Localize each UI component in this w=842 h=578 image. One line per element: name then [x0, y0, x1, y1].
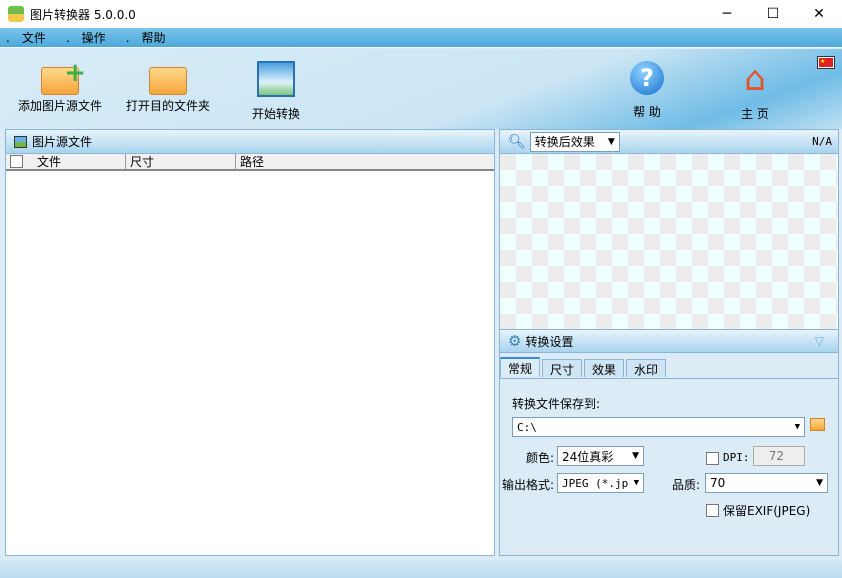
open-dest-folder-button[interactable]: 打开目的文件夹: [113, 61, 223, 114]
save-to-select[interactable]: C:\ ▼: [512, 417, 805, 437]
dpi-label: DPI:: [723, 451, 750, 464]
tab-general[interactable]: 常规: [500, 357, 541, 377]
source-files-panel: 图片源文件 文件 尺寸 路径: [5, 129, 495, 556]
menu-operate[interactable]: . 操作: [66, 29, 120, 46]
file-list[interactable]: [6, 171, 494, 551]
folder-add-icon: +: [41, 60, 86, 95]
help-button[interactable]: ? 帮 助: [592, 61, 702, 120]
menu-help[interactable]: . 帮助: [126, 29, 180, 46]
format-label: 输出格式:: [502, 478, 555, 492]
toolbar: + 添加图片源文件 打开目的文件夹 开始转换 ? 帮 助 ⌂ 主 页 ★: [0, 49, 842, 129]
keep-exif-checkbox[interactable]: [706, 504, 719, 517]
color-select[interactable]: 24位真彩 ▼: [557, 446, 644, 466]
save-to-label: 转换文件保存到:: [512, 397, 601, 411]
maximize-button[interactable]: ☐: [750, 0, 796, 28]
folder-icon: [149, 67, 187, 95]
general-settings: 转换文件保存到: C:\ ▼ 颜色: 24位真彩 ▼ DPI: 72 输出格式: J…: [500, 378, 838, 555]
title-bar: 图片转换器 5.0.0.0 ─ ☐ ✕: [0, 0, 842, 28]
browse-folder-icon[interactable]: [810, 418, 825, 431]
gear-icon: ⚙: [508, 332, 522, 350]
file-table-header: 文件 尺寸 路径: [6, 154, 494, 171]
app-icon: [8, 6, 24, 22]
home-button[interactable]: ⌂ 主 页: [700, 61, 810, 122]
status-bar: [0, 560, 842, 578]
zoom-icon: 🔍︎: [508, 133, 526, 150]
format-select[interactable]: JPEG (*.jpg ▼: [557, 473, 644, 493]
color-label: 颜色:: [526, 451, 555, 465]
quality-label: 品质:: [672, 478, 701, 492]
collapse-chevron-icon[interactable]: ▽: [815, 334, 824, 348]
preview-canvas: [500, 154, 838, 329]
tab-watermark[interactable]: 水印: [626, 359, 667, 377]
minimize-button[interactable]: ─: [704, 0, 750, 28]
image-icon: [14, 135, 27, 148]
home-icon: ⌂: [744, 59, 766, 99]
menu-file[interactable]: . 文件: [6, 29, 60, 46]
panel-title: 图片源文件: [32, 135, 93, 149]
column-path[interactable]: 路径: [236, 154, 494, 169]
preview-panel: 🔍︎ 转换后效果 ▼ N/A ⚙ 转换设置 ▽ 常规 尺寸 效果 水印 转换文件保…: [499, 129, 839, 556]
settings-header[interactable]: ⚙ 转换设置 ▽: [500, 329, 838, 353]
preview-mode-select[interactable]: 转换后效果 ▼: [529, 131, 620, 152]
keep-exif-label: 保留EXIF(JPEG): [723, 504, 811, 518]
select-all-checkbox[interactable]: [10, 155, 23, 168]
add-source-button[interactable]: + 添加图片源文件: [5, 60, 115, 114]
quality-select[interactable]: 70 ▼: [705, 473, 828, 493]
column-size[interactable]: 尺寸: [126, 154, 236, 169]
close-button[interactable]: ✕: [796, 0, 842, 28]
dpi-spinner[interactable]: 72: [753, 446, 805, 466]
tab-effects[interactable]: 效果: [584, 359, 625, 377]
column-file[interactable]: 文件: [6, 154, 126, 169]
magic-wand-image-icon: [257, 61, 295, 97]
image-info: N/A: [812, 135, 832, 148]
start-convert-button[interactable]: 开始转换: [221, 61, 331, 122]
language-flag-icon[interactable]: ★: [817, 56, 835, 69]
tab-size[interactable]: 尺寸: [542, 359, 583, 377]
window-title: 图片转换器 5.0.0.0: [30, 7, 136, 22]
help-icon: ?: [630, 61, 664, 95]
menu-bar: . 文件 . 操作 . 帮助: [0, 28, 842, 48]
dpi-checkbox[interactable]: [706, 452, 719, 465]
